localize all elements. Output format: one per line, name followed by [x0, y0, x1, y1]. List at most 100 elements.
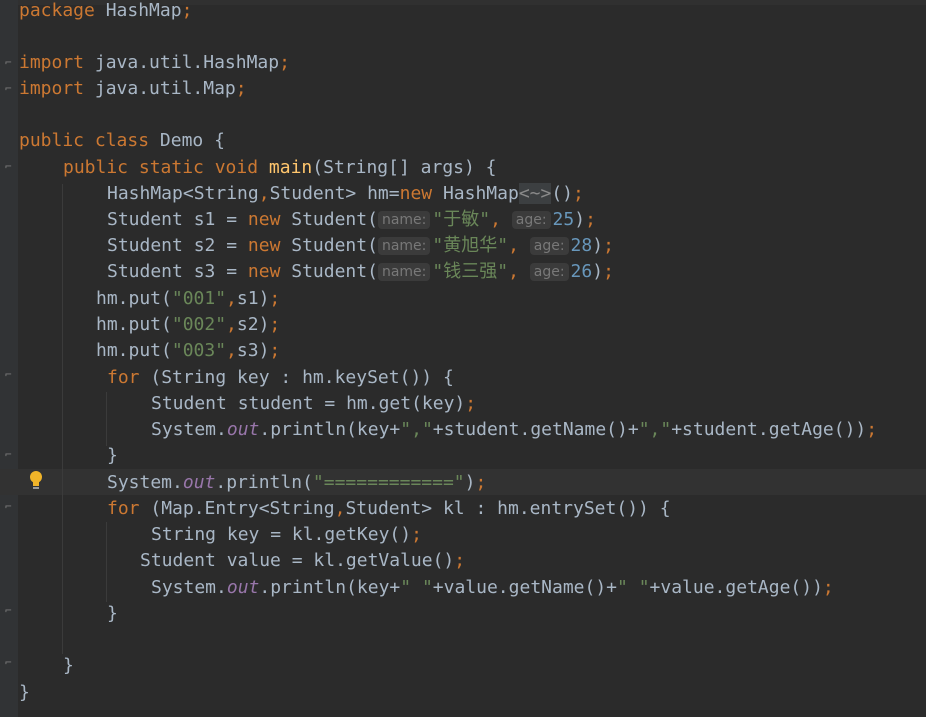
- semicolon: ;: [585, 209, 596, 230]
- keyword: import: [19, 52, 85, 73]
- semicolon: ;: [475, 472, 487, 493]
- string-literal: "钱三强": [432, 261, 509, 282]
- code-line-20[interactable]: for (Map.Entry<String,Student> kl : hm.e…: [107, 496, 671, 522]
- comma: ,: [508, 235, 519, 256]
- code-line-24[interactable]: }: [107, 601, 118, 627]
- parameter-hint: age:: [529, 237, 569, 255]
- code-line-3[interactable]: import java.util.HashMap;: [19, 50, 290, 76]
- static-field: out: [182, 472, 216, 493]
- code-line-21[interactable]: String key = kl.getKey();: [151, 522, 422, 548]
- closing-brace: }: [107, 603, 118, 624]
- code-line-15[interactable]: for (String key : hm.keySet()) {: [107, 365, 454, 391]
- code-text: Student> kl : hm.entrySet()) {: [345, 498, 671, 519]
- code-text: HashMap<String: [107, 183, 259, 204]
- code-line-4[interactable]: import java.util.Map;: [19, 76, 247, 102]
- keyword: import: [19, 78, 85, 99]
- semicolon: ;: [269, 340, 281, 361]
- number-literal: 26: [570, 261, 593, 282]
- comma: ,: [226, 340, 237, 361]
- collapsed-diamond[interactable]: <~>: [518, 183, 552, 204]
- lightbulb-icon[interactable]: [28, 470, 44, 492]
- fold-toggle-icon[interactable]: ⌐: [5, 448, 17, 462]
- semicolon: ;: [465, 393, 477, 414]
- keyword: for: [107, 498, 140, 519]
- string-literal: "001": [171, 288, 227, 309]
- code-line-10[interactable]: Student s2 = new Student(name: "黄旭华", age…: [107, 233, 614, 259]
- fold-toggle-icon[interactable]: ⌐: [5, 368, 17, 382]
- code-line-7[interactable]: public static void main(String[] args) {: [63, 155, 497, 181]
- code-line-27[interactable]: }: [19, 680, 30, 706]
- code-line-8[interactable]: HashMap<String,Student> hm=new HashMap<~…: [107, 181, 584, 207]
- fold-toggle-icon[interactable]: ⌐: [5, 56, 17, 70]
- semicolon: ;: [822, 577, 834, 598]
- code-line-1[interactable]: package HashMap;: [19, 0, 192, 24]
- code-line-19[interactable]: System.out.println("============");: [107, 470, 486, 496]
- code-line-23[interactable]: System.out.println(key+" "+value.getName…: [151, 575, 834, 601]
- code-line-9[interactable]: Student s1 = new Student(name: "于敏", age:…: [107, 207, 596, 233]
- string-literal: " ": [400, 577, 433, 598]
- code-text: +value.getAge()): [649, 577, 823, 598]
- string-literal: ",": [400, 419, 433, 440]
- code-text: (Map.Entry<String: [139, 498, 335, 519]
- code-line-17[interactable]: System.out.println(key+","+student.getNa…: [151, 417, 877, 443]
- fold-toggle-icon[interactable]: ⌐: [5, 656, 17, 670]
- comma: ,: [508, 261, 519, 282]
- indent-guide: [62, 184, 63, 654]
- code-text: java.util.Map: [84, 78, 236, 99]
- indent-guide: [106, 522, 107, 602]
- parameter-hint: name:: [377, 211, 431, 229]
- code-text: Student student = hm.get(key): [151, 393, 466, 414]
- code-line-18[interactable]: }: [107, 443, 118, 469]
- string-literal: "============": [312, 472, 465, 493]
- semicolon: ;: [279, 52, 290, 73]
- code-line-6[interactable]: public class Demo {: [19, 128, 225, 154]
- fold-toggle-icon[interactable]: ⌐: [5, 604, 17, 618]
- code-text: hm.put(: [96, 314, 172, 335]
- code-line-22[interactable]: Student value = kl.getValue();: [140, 548, 465, 574]
- string-literal: "黄旭华": [432, 235, 509, 256]
- keyword: class: [94, 130, 150, 151]
- code-text: ): [592, 261, 604, 282]
- semicolon: ;: [411, 524, 422, 545]
- parameter-hint: name:: [377, 263, 431, 281]
- string-literal: "于敏": [432, 209, 491, 230]
- code-text: .println(key+: [259, 577, 401, 598]
- comma: ,: [334, 498, 346, 519]
- code-text: HashMap: [432, 183, 519, 204]
- code-line-13[interactable]: hm.put("002",s2);: [96, 312, 280, 338]
- code-text: String key = kl.getKey(): [151, 524, 412, 545]
- keyword: new: [399, 183, 433, 204]
- keyword: for: [107, 367, 140, 388]
- comma: ,: [490, 209, 501, 230]
- code-text: Student s1 =: [107, 209, 248, 230]
- code-text: hm.put(: [96, 288, 172, 309]
- semicolon: ;: [603, 235, 614, 256]
- fold-toggle-icon[interactable]: ⌐: [5, 82, 17, 96]
- string-literal: ",": [638, 419, 672, 440]
- code-text: (String[] args) {: [312, 157, 497, 178]
- code-line-26[interactable]: }: [63, 653, 74, 679]
- code-text: s2): [236, 314, 270, 335]
- indent-guide: [106, 392, 107, 446]
- code-text: Demo {: [149, 130, 225, 151]
- code-text: Student> hm=: [269, 183, 400, 204]
- keyword: new: [247, 235, 281, 256]
- parameter-hint: age:: [511, 211, 551, 229]
- code-text: hm.put(: [96, 340, 172, 361]
- semicolon: ;: [235, 78, 247, 99]
- code-text: ): [464, 472, 476, 493]
- code-line-14[interactable]: hm.put("003",s3);: [96, 338, 280, 364]
- fold-toggle-icon[interactable]: ⌐: [5, 500, 17, 514]
- code-text: ): [574, 209, 586, 230]
- fold-toggle-icon[interactable]: ⌐: [5, 160, 17, 174]
- code-text: s1): [236, 288, 270, 309]
- code-line-11[interactable]: Student s3 = new Student(name: "钱三强", age…: [107, 259, 614, 285]
- code-text: Student s2 =: [107, 235, 248, 256]
- comma: ,: [226, 288, 237, 309]
- semicolon: ;: [269, 314, 281, 335]
- code-line-16[interactable]: Student student = hm.get(key);: [151, 391, 476, 417]
- code-line-12[interactable]: hm.put("001",s1);: [96, 286, 280, 312]
- static-field: out: [226, 419, 260, 440]
- closing-brace: }: [107, 445, 118, 466]
- code-text: +value.getName()+: [432, 577, 618, 598]
